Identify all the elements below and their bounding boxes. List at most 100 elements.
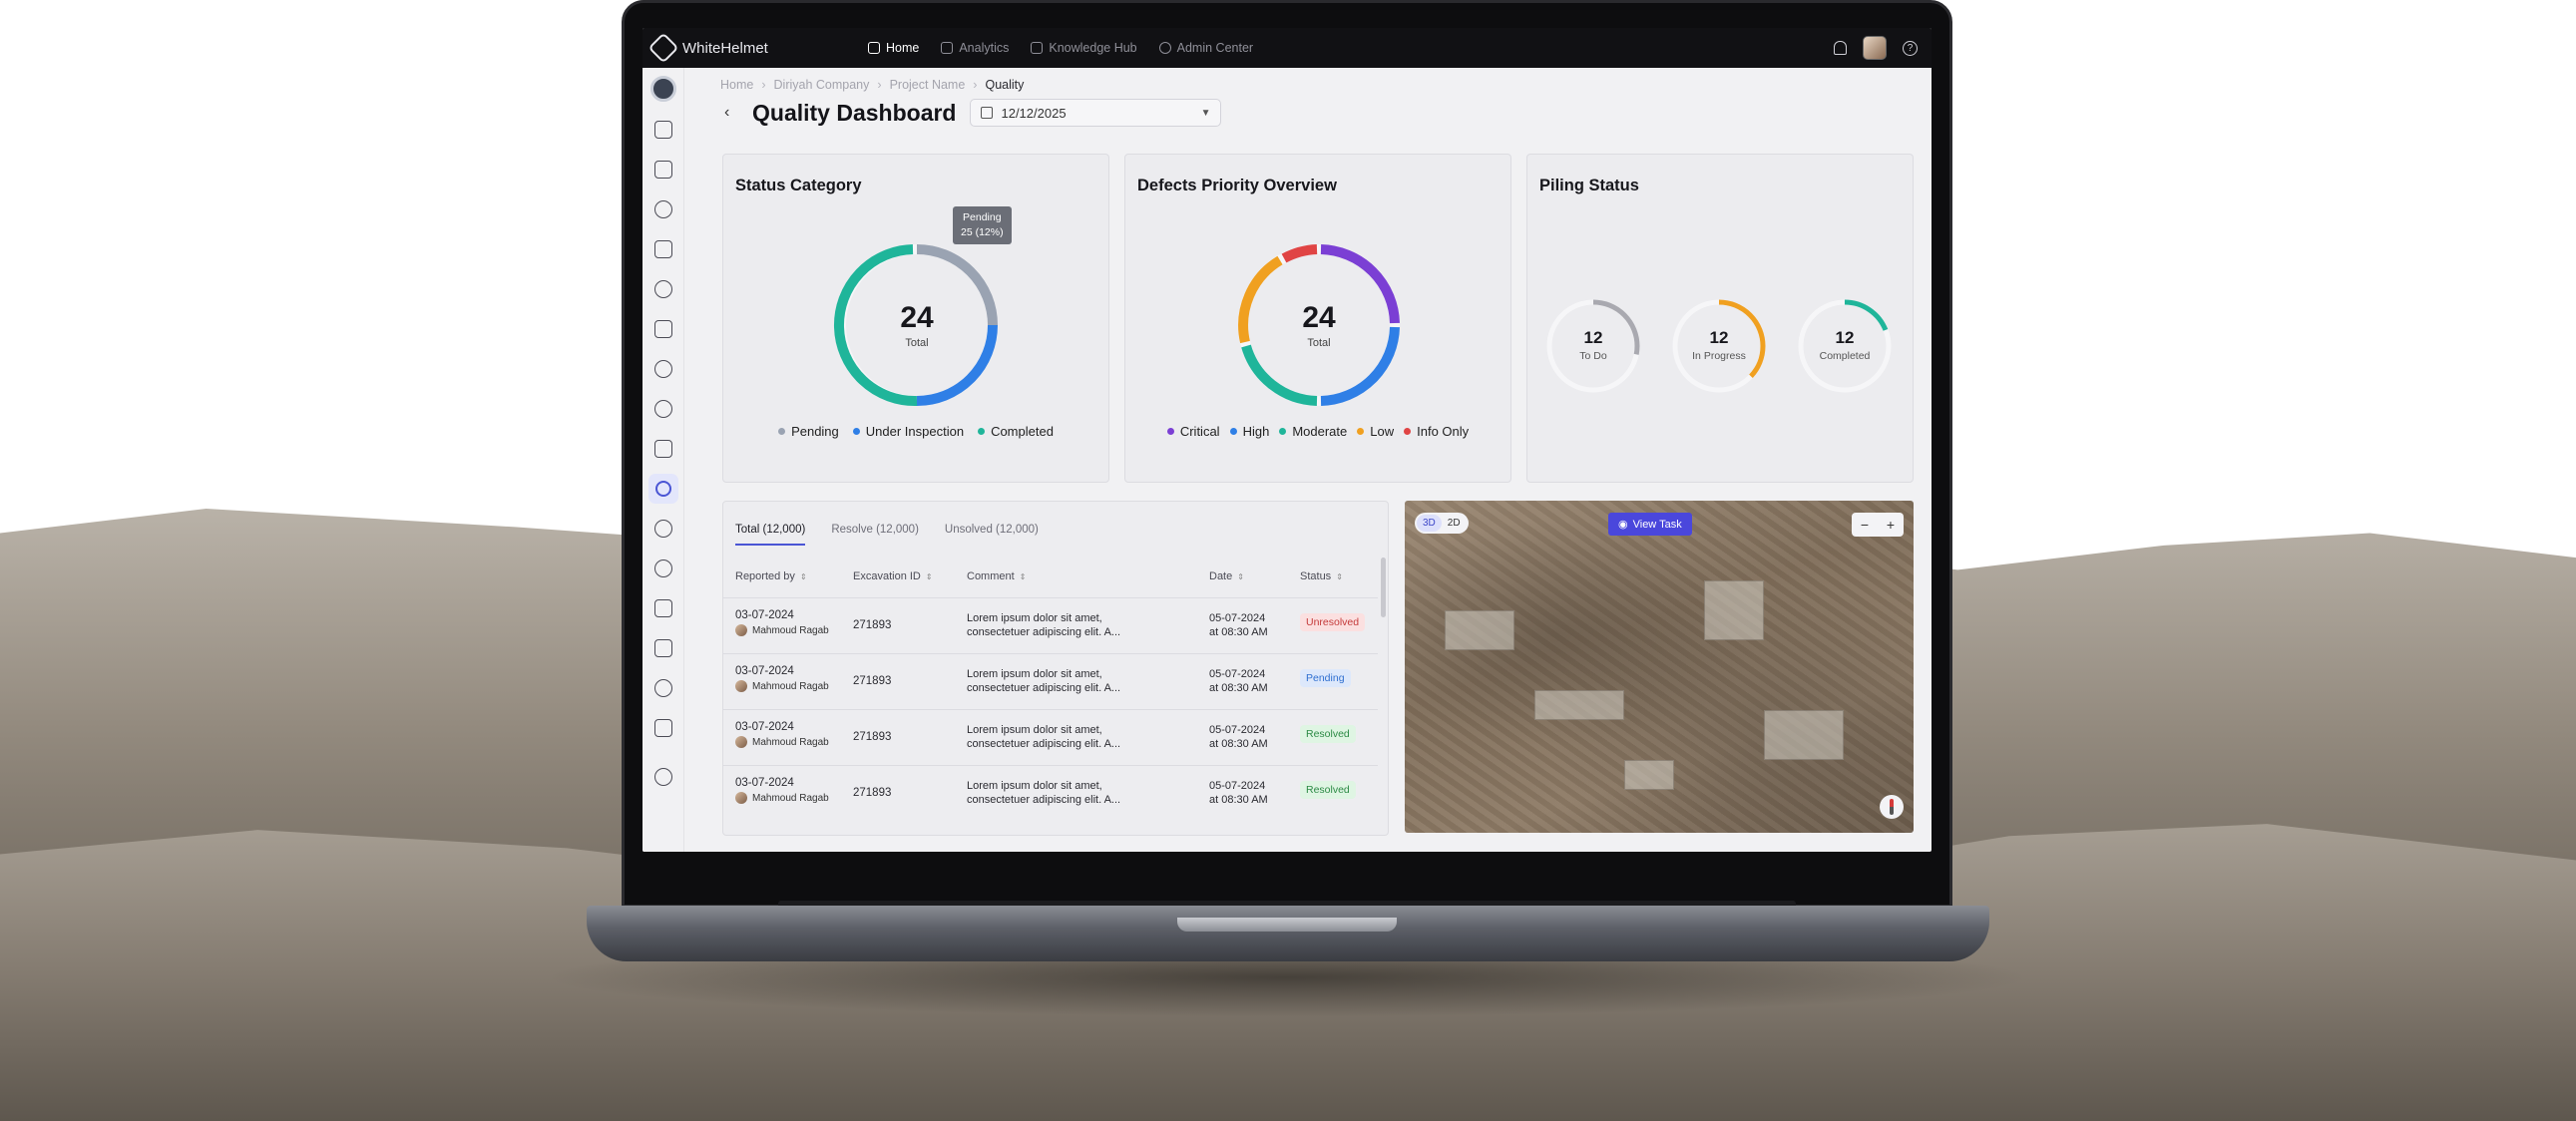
pen-icon[interactable] bbox=[653, 599, 672, 617]
legend-critical[interactable]: Critical bbox=[1166, 424, 1220, 439]
tooltip-label: Pending bbox=[963, 211, 1002, 223]
breadcrumb-company[interactable]: Diriyah Company bbox=[774, 78, 870, 92]
chevron-down-icon: ▼ bbox=[1200, 107, 1211, 119]
donut-segment-moderate bbox=[1241, 344, 1318, 406]
cell-date: 05-07-2024 at 08:30 AM bbox=[1209, 723, 1289, 751]
piling-completed[interactable]: 12 Completed bbox=[1797, 298, 1893, 394]
pile-label: To Do bbox=[1579, 350, 1607, 362]
legend-completed[interactable]: Completed bbox=[978, 424, 1054, 439]
pile-value: 12 bbox=[1835, 328, 1855, 347]
breadcrumb-project[interactable]: Project Name bbox=[890, 78, 966, 92]
nav-home[interactable]: Home bbox=[868, 41, 919, 55]
breadcrumb-home[interactable]: Home bbox=[720, 78, 753, 92]
route-icon[interactable] bbox=[653, 639, 672, 657]
network-icon[interactable] bbox=[653, 280, 672, 298]
bug-icon[interactable] bbox=[653, 520, 672, 538]
time-line: at 08:30 AM bbox=[1209, 626, 1268, 638]
brand[interactable]: WhiteHelmet bbox=[647, 32, 862, 64]
quality-check-icon[interactable] bbox=[647, 474, 678, 504]
user-avatar[interactable] bbox=[1863, 36, 1887, 60]
date-picker[interactable]: 12/12/2025 ▼ bbox=[970, 99, 1222, 127]
legend-info-only[interactable]: Info Only bbox=[1404, 424, 1469, 439]
compass-icon[interactable] bbox=[1880, 795, 1904, 819]
status-badge: Pending bbox=[1300, 669, 1351, 687]
check-circle-icon[interactable] bbox=[653, 560, 672, 577]
nav-admin-center[interactable]: Admin Center bbox=[1158, 41, 1253, 55]
comment-line: consectetuer adipiscing elit. A... bbox=[967, 626, 1121, 638]
reporter: Mahmoud Ragab bbox=[735, 624, 829, 636]
pile-center: 12 To Do bbox=[1545, 328, 1641, 362]
pie-chart-icon[interactable] bbox=[653, 200, 672, 218]
comment-line: consectetuer adipiscing elit. A... bbox=[967, 682, 1121, 694]
page-title: Quality Dashboard bbox=[752, 99, 957, 126]
eye-icon: ◉ bbox=[1618, 519, 1628, 531]
legend-pending[interactable]: Pending bbox=[778, 424, 839, 439]
map-structure bbox=[1534, 690, 1624, 720]
zoom-in-button[interactable]: + bbox=[1878, 513, 1904, 537]
legend-moderate[interactable]: Moderate bbox=[1279, 424, 1347, 439]
broadcast-icon[interactable] bbox=[653, 400, 672, 418]
sort-icon: ⇕ bbox=[1336, 571, 1343, 581]
col-status[interactable]: Status ⇕ bbox=[1300, 570, 1343, 582]
home-icon[interactable] bbox=[653, 161, 672, 179]
piling-in-progress[interactable]: 12 In Progress bbox=[1671, 298, 1767, 394]
brand-name: WhiteHelmet bbox=[682, 39, 768, 57]
total-label: Total bbox=[1307, 337, 1331, 349]
collapse-sidebar-icon[interactable] bbox=[653, 121, 672, 139]
legend-under-inspection[interactable]: Under Inspection bbox=[852, 424, 964, 439]
table-row[interactable]: 03-07-2024 Mahmoud Ragab 271893 Lorem ipsum… bbox=[723, 709, 1378, 765]
nav-label: Analytics bbox=[959, 41, 1010, 55]
col-label: Comment bbox=[967, 570, 1015, 582]
bell-icon[interactable] bbox=[1834, 41, 1847, 55]
company-logo-icon[interactable] bbox=[649, 76, 676, 102]
tab-resolve[interactable]: Resolve (12,000) bbox=[831, 524, 919, 546]
nav-knowledge-hub[interactable]: Knowledge Hub bbox=[1031, 41, 1137, 55]
laptop-screen: WhiteHelmet Home Analytics Knowledge Hub… bbox=[643, 28, 1932, 852]
key-icon[interactable] bbox=[653, 240, 672, 258]
reported-date: 03-07-2024 bbox=[735, 721, 794, 733]
table-row[interactable]: 03-07-2024 Mahmoud Ragab 271893 Lorem ipsum… bbox=[723, 765, 1378, 821]
comment-line: Lorem ipsum dolor sit amet, bbox=[967, 612, 1102, 624]
legend-low[interactable]: Low bbox=[1357, 424, 1394, 439]
breadcrumb-separator: › bbox=[877, 78, 882, 92]
piling-todo[interactable]: 12 To Do bbox=[1545, 298, 1641, 394]
table-row[interactable]: 03-07-2024 Mahmoud Ragab 271893 Lorem ipsum… bbox=[723, 653, 1378, 709]
help-icon[interactable]: ? bbox=[1903, 40, 1918, 56]
table-row[interactable]: 03-07-2024 Mahmoud Ragab 271893 Lorem ipsum… bbox=[723, 597, 1378, 653]
reporter-name: Mahmoud Ragab bbox=[752, 624, 829, 636]
settings-icon[interactable] bbox=[653, 768, 672, 786]
col-comment[interactable]: Comment ⇕ bbox=[967, 570, 1026, 582]
nav-label: Home bbox=[886, 41, 920, 55]
col-reported-by[interactable]: Reported by ⇕ bbox=[735, 570, 807, 582]
globe-icon[interactable] bbox=[653, 360, 672, 378]
view-task-button[interactable]: ◉ View Task bbox=[1608, 513, 1692, 536]
col-excavation-id[interactable]: Excavation ID ⇕ bbox=[853, 570, 933, 582]
building-icon[interactable] bbox=[653, 719, 672, 737]
view-task-label: View Task bbox=[1632, 518, 1682, 531]
laptop-notch bbox=[1177, 918, 1397, 932]
ticket-icon[interactable] bbox=[653, 440, 672, 458]
nav-analytics[interactable]: Analytics bbox=[941, 41, 1009, 55]
top-nav: Home Analytics Knowledge Hub Admin Cente… bbox=[868, 41, 1253, 55]
table-scrollbar[interactable] bbox=[1381, 558, 1386, 617]
zoom-out-button[interactable]: − bbox=[1852, 513, 1878, 537]
col-date[interactable]: Date ⇕ bbox=[1209, 570, 1244, 582]
cell-reported-by: 03-07-2024 Mahmoud Ragab bbox=[735, 777, 829, 804]
reporter: Mahmoud Ragab bbox=[735, 792, 829, 804]
legend-high[interactable]: High bbox=[1229, 424, 1269, 439]
bulb-icon[interactable] bbox=[653, 679, 672, 697]
home-icon bbox=[868, 42, 880, 54]
priority-legend: Critical High Moderate Low Info Only bbox=[1125, 424, 1510, 439]
view-3d-button[interactable]: 3D bbox=[1417, 515, 1442, 532]
back-arrow-icon[interactable]: ‹ bbox=[724, 104, 740, 122]
card-icon[interactable] bbox=[653, 320, 672, 338]
comment-line: Lorem ipsum dolor sit amet, bbox=[967, 668, 1102, 680]
tab-unsolved[interactable]: Unsolved (12,000) bbox=[945, 524, 1039, 546]
cell-excavation-id: 271893 bbox=[853, 731, 892, 743]
pile-value: 12 bbox=[1709, 328, 1729, 347]
view-2d-button[interactable]: 2D bbox=[1442, 515, 1467, 532]
site-map[interactable]: 3D 2D ◉ View Task − + bbox=[1405, 501, 1914, 833]
cell-status: Resolved bbox=[1300, 781, 1356, 799]
tab-total[interactable]: Total (12,000) bbox=[735, 524, 806, 546]
status-badge: Resolved bbox=[1300, 781, 1356, 799]
